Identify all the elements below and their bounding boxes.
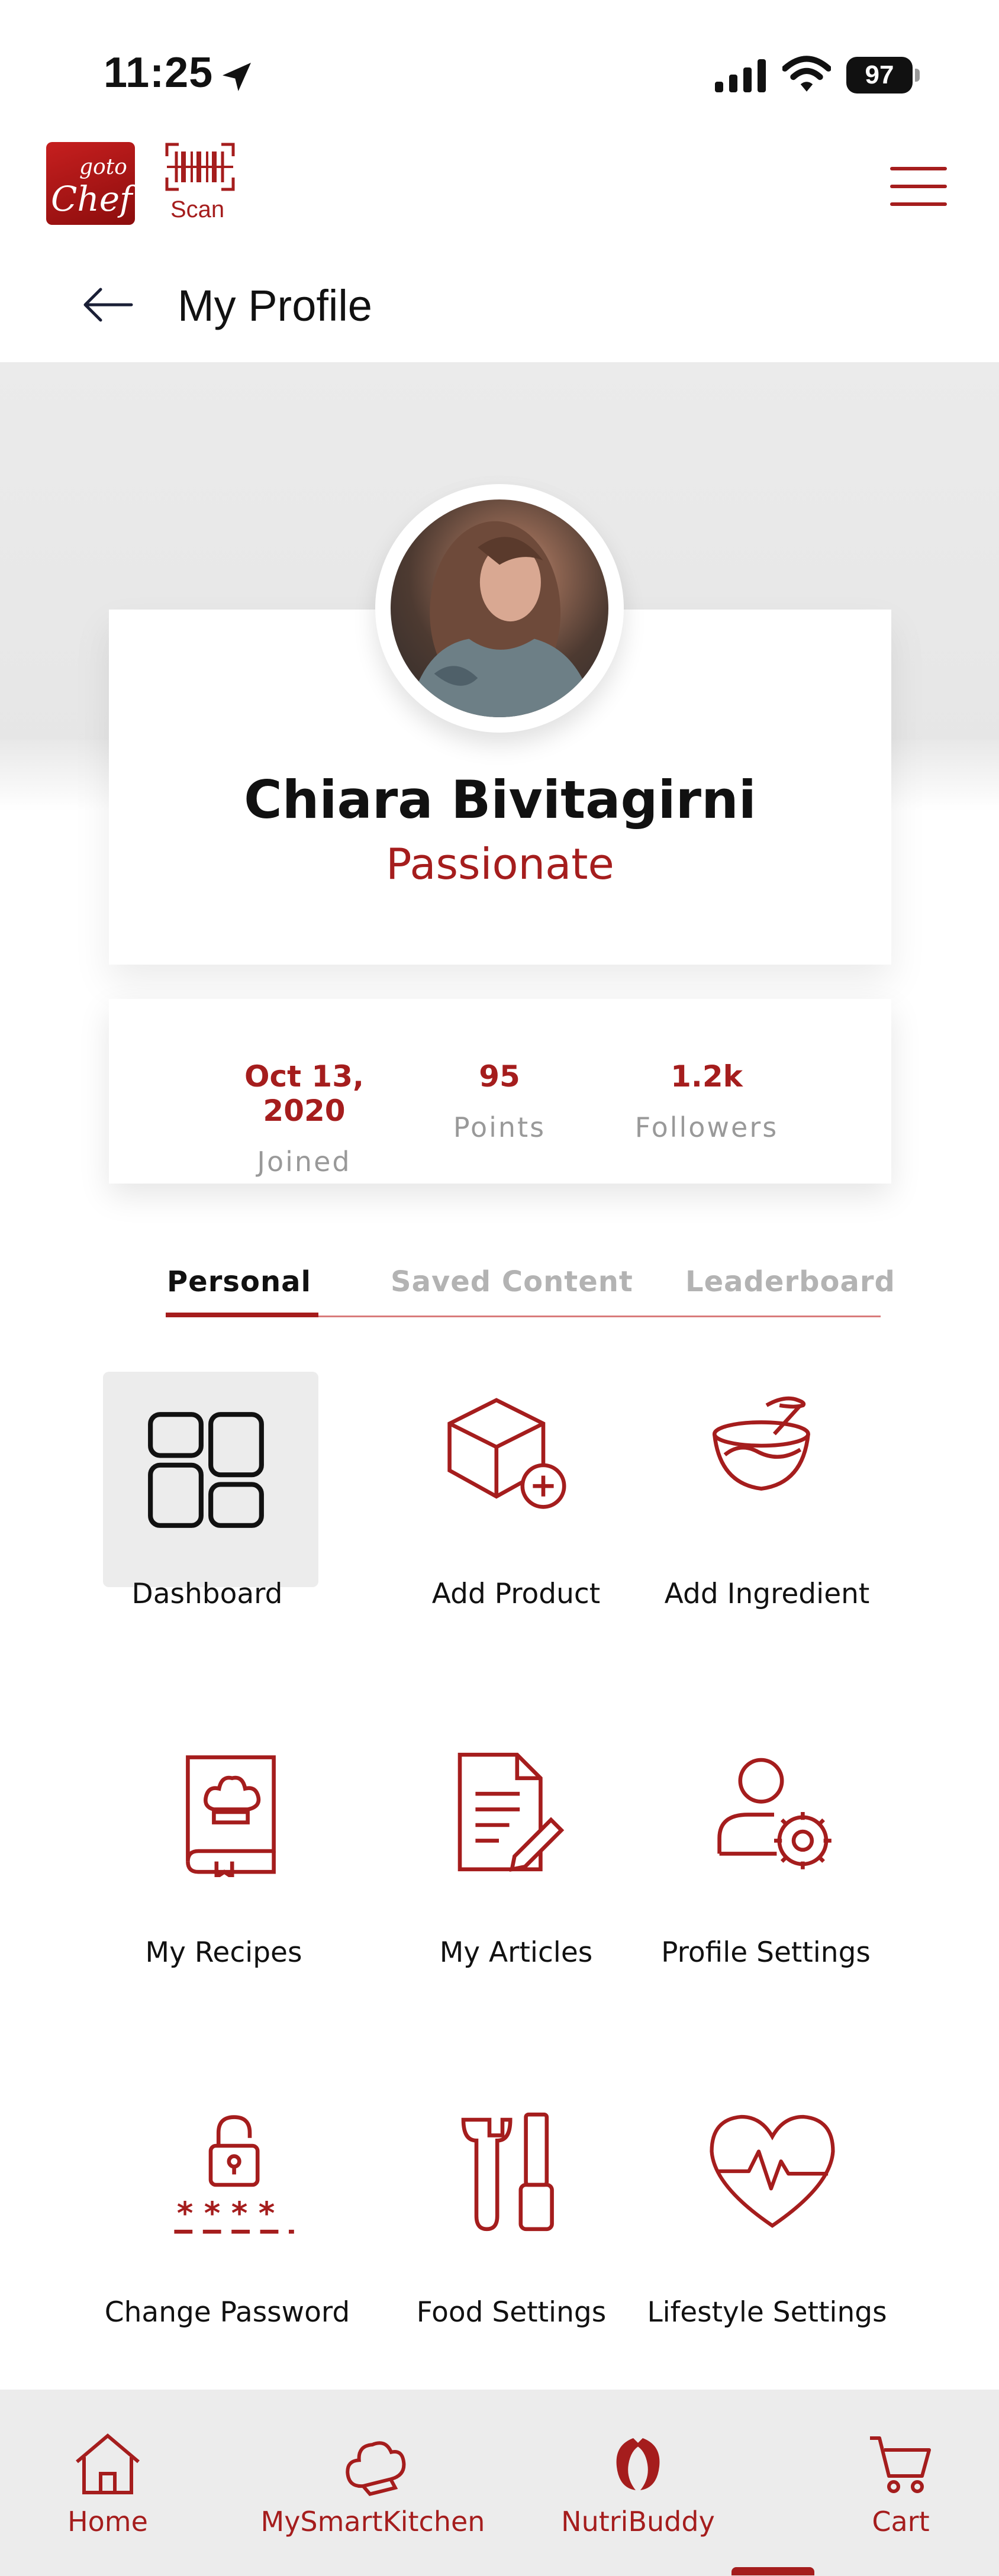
nav-label: NutriBuddy xyxy=(561,2506,715,2538)
menu-line xyxy=(890,167,947,170)
barcode-scan-icon xyxy=(165,143,235,191)
stats-card: Oct 13, 2020 Joined 95 Points 1.2k Follo… xyxy=(109,999,891,1184)
tools-icon xyxy=(461,2112,554,2232)
stat-value: 1.2k xyxy=(671,1059,743,1094)
grid-item-profile-settings[interactable]: Profile Settings xyxy=(657,1735,905,2043)
add-product-icon xyxy=(447,1398,566,1509)
dashboard-icon xyxy=(148,1412,264,1528)
avatar-photo xyxy=(408,521,595,717)
stat-value: 95 xyxy=(479,1059,520,1094)
wifi-icon xyxy=(782,56,831,92)
grid-label: Add Product xyxy=(431,1578,601,1610)
battery-nub xyxy=(915,69,920,82)
grid-label: My Recipes xyxy=(145,1936,302,1969)
stat-value: Oct 13, 2020 xyxy=(244,1059,365,1128)
article-icon xyxy=(457,1752,565,1872)
chef-hat-icon xyxy=(346,2441,406,2496)
grid-item-my-articles[interactable]: My Articles xyxy=(385,1735,633,2043)
gotochef-logo[interactable]: goto Chef xyxy=(46,142,135,225)
nutribuddy-icon xyxy=(616,2438,660,2490)
stat-label: Followers xyxy=(634,1111,779,1143)
active-tab-indicator xyxy=(166,1313,318,1317)
cellular-signal-icon xyxy=(715,59,766,92)
add-ingredient-icon xyxy=(712,1396,810,1491)
app-header: goto Chef Scan xyxy=(0,124,999,249)
status-time: 11:25 xyxy=(104,49,214,96)
grid-label: Change Password xyxy=(104,2296,350,2329)
grid-item-my-recipes[interactable]: My Recipes xyxy=(107,1735,355,2043)
grid-label: Dashboard xyxy=(131,1578,283,1610)
svg-text:* * * *: * * * * xyxy=(177,2195,275,2232)
grid-label: Lifestyle Settings xyxy=(647,2296,887,2329)
cart-icon xyxy=(870,2436,931,2493)
heart-pulse-icon xyxy=(710,2114,835,2228)
grid-label: My Articles xyxy=(439,1936,593,1969)
nav-label: Cart xyxy=(872,2506,930,2538)
grid-item-dashboard[interactable]: Dashboard xyxy=(103,1372,352,1679)
grid-label: Add Ingredient xyxy=(664,1578,870,1610)
recipe-book-icon xyxy=(186,1755,276,1877)
nav-nutribuddy[interactable]: NutriBuddy xyxy=(514,2431,762,2561)
tab-personal[interactable]: Personal xyxy=(167,1265,311,1298)
stat-joined: Oct 13, 2020 Joined xyxy=(204,1059,405,1178)
grid-label: Food Settings xyxy=(416,2296,607,2329)
profile-title: Passionate xyxy=(386,839,614,889)
grid-item-add-product[interactable]: Add Product xyxy=(385,1372,633,1679)
nav-cart[interactable]: Cart xyxy=(776,2431,999,2561)
stat-label: Points xyxy=(453,1111,546,1143)
avatar-frame xyxy=(375,484,624,733)
nav-label: Home xyxy=(67,2506,148,2538)
grid-item-food-settings[interactable]: Food Settings xyxy=(387,2095,636,2403)
profile-tabs: Personal Saved Content Leaderboard xyxy=(166,1260,895,1317)
grid-item-add-ingredient[interactable]: Add Ingredient xyxy=(657,1372,905,1679)
profile-name: Chiara Bivitagirni xyxy=(244,769,756,830)
menu-line xyxy=(890,202,947,206)
profile-settings-icon xyxy=(717,1758,832,1869)
stat-points: 95 Points xyxy=(399,1059,600,1143)
battery-indicator: 97 xyxy=(846,57,913,94)
bottom-navigation: Home MySmartKitchen NutriBuddy Cart xyxy=(0,2390,999,2576)
grid-label: Profile Settings xyxy=(661,1936,871,1969)
grid-item-change-password[interactable]: * * * * Change Password xyxy=(105,2095,359,2403)
scan-label: Scan xyxy=(170,196,225,223)
nav-home[interactable]: Home xyxy=(0,2431,232,2561)
title-bar: My Profile xyxy=(0,254,999,361)
tab-leaderboard[interactable]: Leaderboard xyxy=(685,1265,895,1298)
logo-chef-text: Chef xyxy=(51,179,133,219)
home-icon xyxy=(76,2433,140,2494)
menu-line xyxy=(890,185,947,188)
scan-button[interactable]: Scan xyxy=(165,142,236,231)
tab-saved-content[interactable]: Saved Content xyxy=(391,1265,633,1298)
logo-goto-text: goto xyxy=(79,155,127,179)
home-indicator xyxy=(731,2567,814,2575)
grid-item-lifestyle-settings[interactable]: Lifestyle Settings xyxy=(647,2095,905,2403)
page-title: My Profile xyxy=(178,281,372,330)
stat-label: Joined xyxy=(257,1146,352,1178)
stat-followers[interactable]: 1.2k Followers xyxy=(606,1059,807,1143)
nav-mysmartkitchen[interactable]: MySmartKitchen xyxy=(249,2431,497,2561)
hamburger-menu-button[interactable] xyxy=(890,163,952,211)
location-arrow-icon xyxy=(223,63,251,91)
avatar[interactable] xyxy=(391,499,608,717)
nav-label: MySmartKitchen xyxy=(260,2506,485,2538)
status-bar: 11:25 97 xyxy=(0,0,999,124)
back-arrow-icon[interactable] xyxy=(82,284,135,325)
lock-icon: * * * * xyxy=(174,2115,294,2234)
